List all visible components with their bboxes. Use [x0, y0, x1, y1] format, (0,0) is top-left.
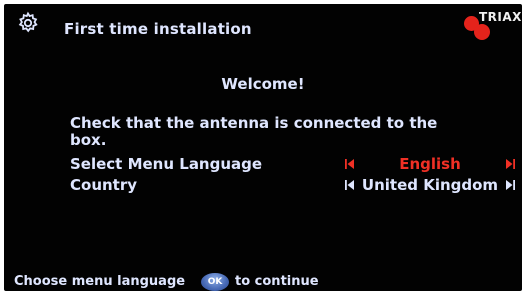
country-label: Country — [70, 176, 138, 194]
language-value: English — [399, 155, 461, 173]
language-selector[interactable]: English — [344, 155, 516, 173]
arrow-left-icon[interactable] — [344, 178, 356, 192]
arrow-right-icon[interactable] — [504, 178, 516, 192]
footer-continue-text: to continue — [235, 274, 319, 289]
country-selector[interactable]: United Kingdom — [344, 176, 516, 194]
welcome-heading: Welcome! — [221, 75, 305, 93]
triax-logo: TRIAX — [462, 10, 521, 44]
country-value: United Kingdom — [361, 176, 499, 194]
page-title: First time installation — [64, 20, 252, 38]
logo-dot-icon — [474, 24, 490, 40]
tv-screen: First time installation TRIAX Welcome! C… — [4, 4, 522, 291]
ok-button-icon: OK — [201, 273, 229, 291]
settings-gear-icon — [16, 11, 40, 35]
logo-text: TRIAX — [479, 10, 522, 24]
antenna-message: Check that the antenna is connected to t… — [70, 114, 438, 149]
arrow-right-icon[interactable] — [504, 157, 516, 171]
language-label: Select Menu Language — [70, 155, 263, 173]
arrow-left-icon[interactable] — [344, 157, 356, 171]
footer-hint: Choose menu language — [14, 274, 186, 289]
